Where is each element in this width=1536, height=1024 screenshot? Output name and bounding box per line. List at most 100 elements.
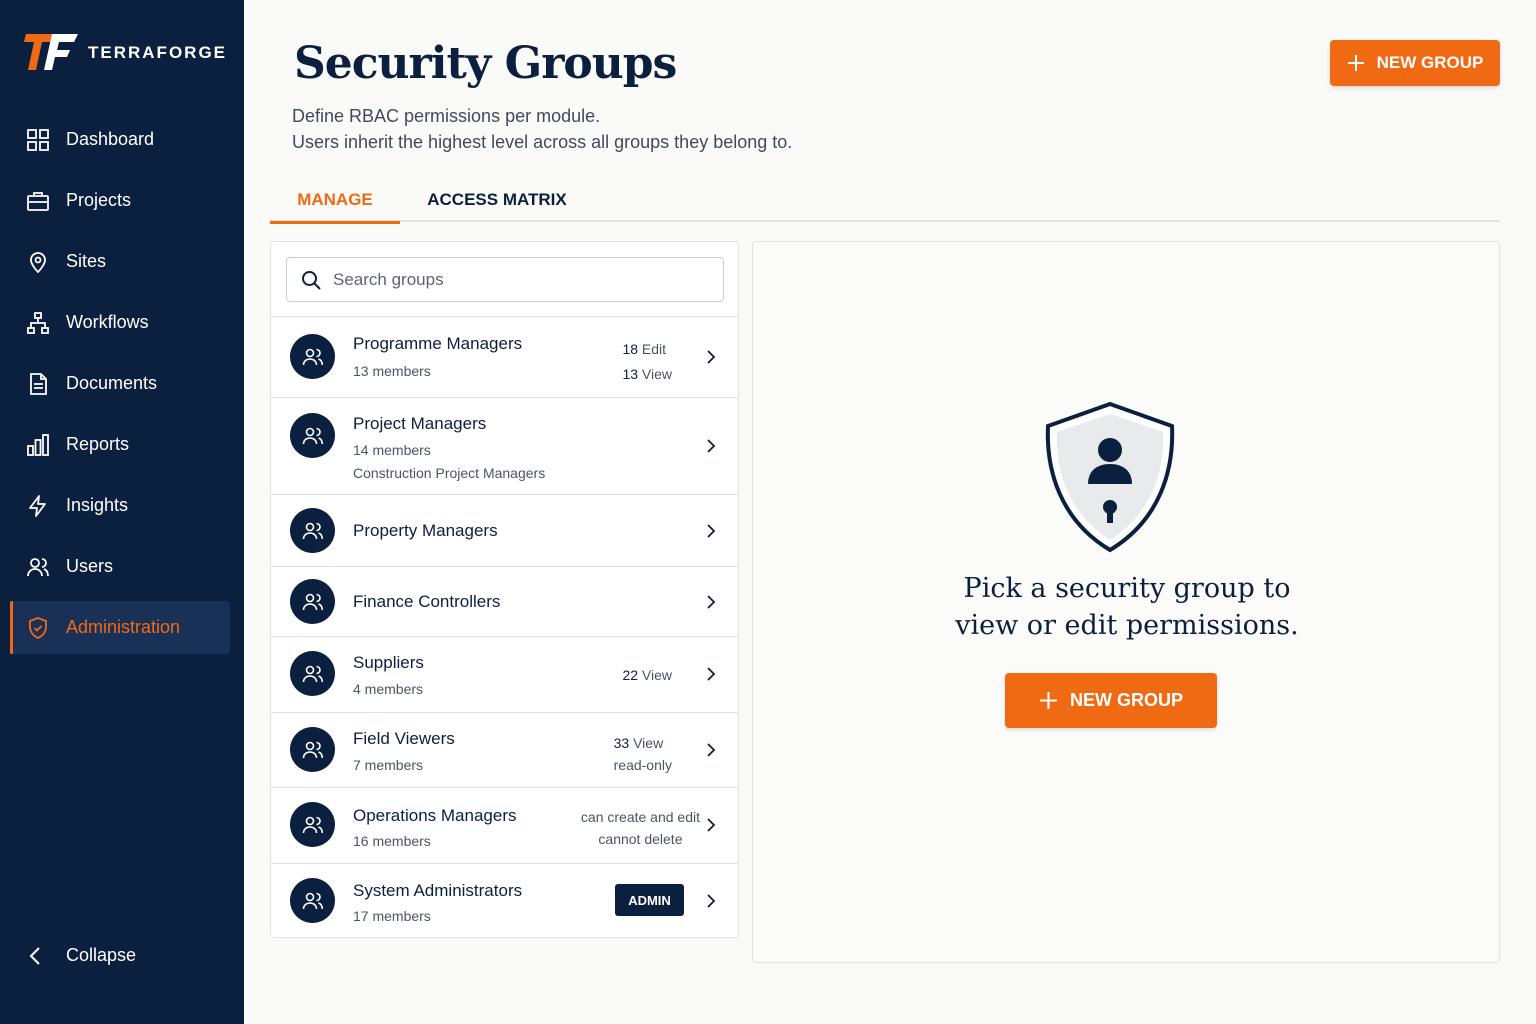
workflow-icon bbox=[26, 311, 50, 335]
empty-state-line: Pick a security group to bbox=[963, 573, 1291, 604]
sidebar-item-workflows[interactable]: Workflows bbox=[10, 296, 230, 349]
sidebar-item-documents[interactable]: Documents bbox=[10, 357, 230, 410]
permission-note: can create and edit bbox=[580, 809, 700, 825]
users-icon bbox=[302, 816, 323, 833]
tab-bar: MANAGE ACCESS MATRIX bbox=[270, 178, 1500, 224]
group-row-finance-controllers[interactable]: Finance Controllers bbox=[271, 566, 738, 636]
group-row-programme-managers[interactable]: Programme Managers 13 members 18 Edit 13… bbox=[271, 316, 738, 397]
group-row-project-managers[interactable]: Project Managers 14 members Construction… bbox=[271, 397, 738, 494]
description-line: Users inherit the highest level across a… bbox=[292, 132, 793, 152]
group-permissions: 18 Edit 13 View bbox=[622, 337, 672, 387]
group-avatar bbox=[290, 727, 335, 772]
permission-level: Edit bbox=[638, 341, 667, 357]
sidebar-item-label: Documents bbox=[66, 373, 158, 393]
chevron-right-icon bbox=[707, 667, 716, 681]
group-avatar bbox=[290, 579, 335, 624]
chevron-left-icon bbox=[29, 946, 40, 965]
group-row-suppliers[interactable]: Suppliers 4 members 22 View bbox=[271, 636, 738, 712]
group-detail-panel: Pick a security group to view or edit pe… bbox=[752, 241, 1500, 963]
tab-manage[interactable]: MANAGE bbox=[270, 178, 400, 224]
chevron-right-icon bbox=[707, 595, 716, 609]
sidebar-item-label: Workflows bbox=[66, 312, 149, 332]
group-avatar bbox=[290, 802, 335, 847]
group-name: Operations Managers bbox=[353, 806, 517, 825]
sidebar-item-administration[interactable]: Administration bbox=[10, 601, 230, 654]
permission-note: cannot delete bbox=[598, 831, 683, 847]
search-input[interactable] bbox=[333, 269, 713, 290]
shield-icon bbox=[26, 616, 50, 640]
group-row-property-managers[interactable]: Property Managers bbox=[271, 494, 738, 566]
users-icon bbox=[302, 427, 323, 444]
users-icon bbox=[302, 593, 323, 610]
sidebar-item-reports[interactable]: Reports bbox=[10, 418, 230, 471]
admin-badge: ADMIN bbox=[615, 884, 684, 916]
users-icon bbox=[302, 348, 323, 365]
briefcase-icon bbox=[26, 189, 50, 213]
lightning-icon bbox=[26, 494, 50, 518]
group-list: Programme Managers 13 members 18 Edit 13… bbox=[271, 316, 738, 937]
new-group-button-empty-state[interactable]: NEW GROUP bbox=[1005, 673, 1217, 728]
collapse-button[interactable]: Collapse bbox=[26, 945, 136, 966]
group-members: 16 members bbox=[353, 833, 431, 849]
search-icon bbox=[302, 270, 321, 290]
sidebar-item-dashboard[interactable]: Dashboard bbox=[10, 113, 230, 166]
users-icon bbox=[302, 892, 323, 909]
sidebar-item-insights[interactable]: Insights bbox=[10, 479, 230, 532]
page-title: Security Groups bbox=[294, 38, 677, 89]
group-members: 7 members bbox=[353, 757, 424, 773]
group-members: 4 members bbox=[353, 681, 424, 697]
group-name: Suppliers bbox=[353, 653, 424, 672]
empty-state-line: view or edit permissions. bbox=[955, 610, 1299, 641]
users-icon bbox=[302, 522, 323, 539]
group-avatar bbox=[290, 334, 335, 379]
users-icon bbox=[26, 555, 50, 579]
brand-name: TERRAFORGE bbox=[88, 43, 227, 62]
permission-count: 18 bbox=[622, 341, 639, 357]
group-row-system-administrators[interactable]: System Administrators 17 members ADMIN bbox=[271, 863, 738, 937]
map-pin-icon bbox=[26, 250, 50, 274]
terraforge-logo-icon bbox=[24, 34, 78, 70]
group-members: 14 members bbox=[353, 442, 431, 458]
group-row-operations-managers[interactable]: Operations Managers 16 members can creat… bbox=[271, 787, 738, 863]
sidebar-item-users[interactable]: Users bbox=[10, 540, 230, 593]
sidebar-item-sites[interactable]: Sites bbox=[10, 235, 230, 288]
shield-lock-icon bbox=[1045, 401, 1175, 553]
group-members: 13 members bbox=[353, 363, 431, 379]
group-avatar bbox=[290, 413, 335, 458]
tab-access-matrix[interactable]: ACCESS MATRIX bbox=[422, 178, 572, 222]
permission-note: read-only bbox=[613, 757, 672, 773]
chevron-right-icon bbox=[707, 524, 716, 538]
collapse-label: Collapse bbox=[66, 945, 137, 965]
group-permissions: can create and edit cannot delete bbox=[581, 806, 700, 850]
plus-icon bbox=[1347, 55, 1364, 71]
users-icon bbox=[302, 665, 323, 682]
group-name: Finance Controllers bbox=[353, 592, 501, 611]
plus-icon bbox=[1040, 692, 1057, 709]
new-group-button[interactable]: NEW GROUP bbox=[1330, 40, 1500, 86]
permission-count: 13 bbox=[622, 366, 639, 382]
chevron-right-icon bbox=[707, 350, 716, 364]
group-avatar bbox=[290, 651, 335, 696]
group-name: Project Managers bbox=[353, 414, 487, 433]
document-icon bbox=[26, 372, 50, 396]
sidebar-nav: Dashboard Projects Sites Workflows Docum… bbox=[10, 113, 230, 662]
group-avatar bbox=[290, 508, 335, 553]
group-permissions: 22 View bbox=[622, 667, 672, 683]
brand[interactable]: TERRAFORGE bbox=[24, 30, 227, 76]
group-list-panel: Programme Managers 13 members 18 Edit 13… bbox=[270, 241, 739, 938]
sidebar-item-projects[interactable]: Projects bbox=[10, 174, 230, 227]
sidebar-item-label: Users bbox=[66, 556, 114, 576]
group-name: System Administrators bbox=[353, 881, 523, 900]
chevron-right-icon bbox=[707, 818, 716, 832]
sidebar-item-label: Reports bbox=[66, 434, 130, 454]
group-name: Field Viewers bbox=[353, 729, 455, 748]
sidebar: TERRAFORGE Dashboard Projects Sites Work… bbox=[0, 0, 244, 1024]
chevron-right-icon bbox=[707, 894, 716, 908]
new-group-label: NEW GROUP bbox=[1069, 690, 1183, 710]
users-icon bbox=[302, 741, 323, 758]
group-description: Construction Project Managers bbox=[353, 465, 546, 481]
search-box bbox=[286, 257, 724, 302]
dashboard-icon bbox=[26, 128, 50, 152]
group-name: Programme Managers bbox=[353, 334, 523, 353]
group-row-field-viewers[interactable]: Field Viewers 7 members 33 View read-onl… bbox=[271, 712, 738, 787]
